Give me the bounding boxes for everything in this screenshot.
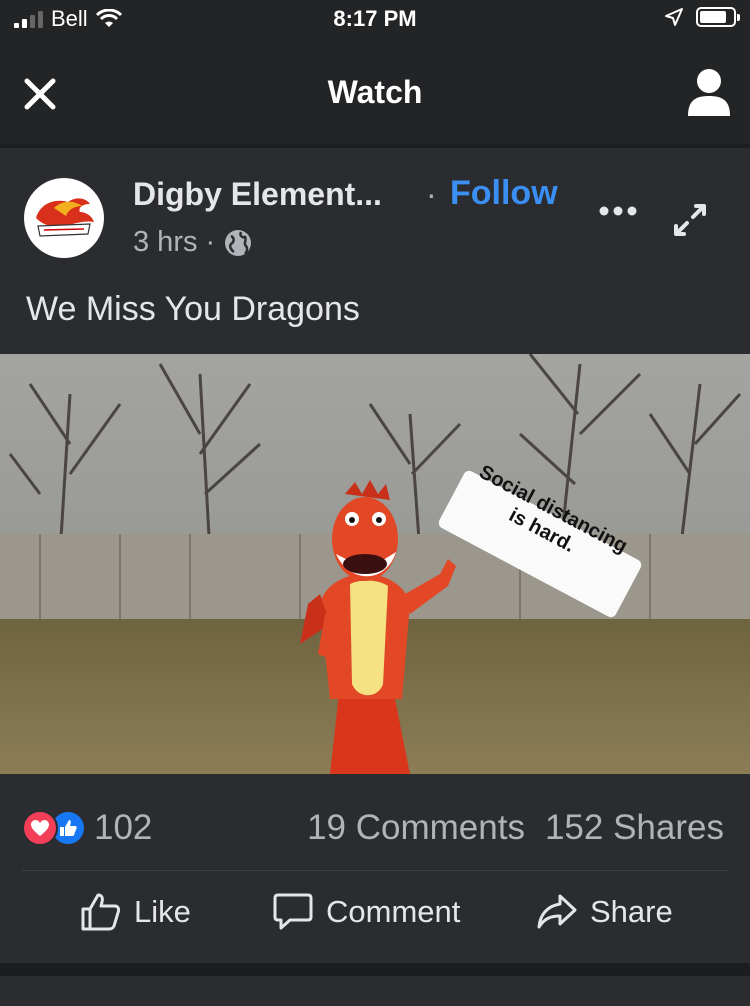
- page-name[interactable]: Digby Element...: [133, 176, 382, 213]
- thumbs-up-icon: [81, 893, 121, 931]
- love-reaction-icon: [22, 810, 58, 846]
- location-icon: [665, 8, 683, 26]
- post-time: 3 hrs: [133, 226, 198, 258]
- nav-bar: Watch: [0, 40, 750, 144]
- action-bar: Like Comment Share: [0, 882, 750, 946]
- clock: 8:17 PM: [333, 6, 417, 31]
- next-post-edge: [0, 976, 750, 1006]
- profile-icon[interactable]: [686, 68, 732, 118]
- share-button[interactable]: Share: [536, 892, 673, 932]
- comment-button[interactable]: Comment: [272, 892, 460, 932]
- engagement-counts: 19 Comments 152 Shares: [307, 808, 724, 848]
- globe-icon: [225, 229, 252, 256]
- page-title: Watch: [327, 74, 423, 110]
- more-options-icon[interactable]: [598, 204, 638, 218]
- battery-icon: [696, 7, 740, 27]
- reactions-summary[interactable]: 102: [22, 808, 152, 848]
- post-meta: 3 hrs ·: [133, 226, 253, 259]
- like-button[interactable]: Like: [80, 892, 191, 932]
- reaction-count: 102: [94, 808, 153, 847]
- dragon-logo-icon: [36, 198, 94, 237]
- comments-count[interactable]: 19 Comments: [307, 808, 525, 848]
- separator-dot: ·: [426, 176, 437, 212]
- status-right: [664, 7, 740, 27]
- post-text: We Miss You Dragons: [26, 290, 360, 328]
- follow-button[interactable]: Follow: [450, 174, 558, 213]
- share-label: Share: [590, 894, 673, 929]
- page-avatar[interactable]: [24, 178, 104, 258]
- post-card: Digby Element... · Follow 3 hrs · We Mis…: [0, 148, 750, 963]
- like-label: Like: [134, 894, 191, 929]
- status-bar: Bell 8:17 PM: [0, 0, 750, 40]
- video-player[interactable]: Social distancing is hard.: [0, 354, 750, 774]
- divider: [22, 870, 728, 871]
- shares-count[interactable]: 152 Shares: [545, 808, 724, 848]
- expand-icon[interactable]: [672, 202, 708, 238]
- meta-separator: ·: [205, 226, 216, 258]
- share-arrow-icon: [537, 894, 577, 929]
- comment-icon: [273, 893, 313, 930]
- comment-label: Comment: [326, 894, 461, 929]
- video-frame: [0, 354, 750, 774]
